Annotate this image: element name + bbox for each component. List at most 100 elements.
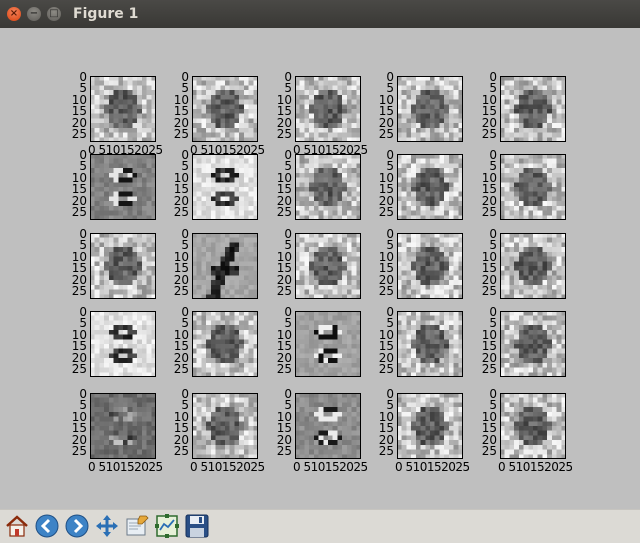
x-tick-labels: 0 510152025: [395, 460, 470, 474]
y-tick-label: 25: [71, 284, 87, 298]
y-tick-label: 25: [378, 444, 394, 458]
image-subplot: [295, 311, 361, 377]
y-tick-label: 25: [481, 444, 497, 458]
image-subplot: [500, 393, 566, 459]
image-subplot: [397, 76, 463, 142]
axes-frame: [397, 154, 463, 220]
axes-frame: [295, 393, 361, 459]
image-subplot: [295, 76, 361, 142]
axes-frame: [90, 233, 156, 299]
save-button[interactable]: [184, 513, 210, 539]
window-titlebar: × − □ Figure 1: [0, 0, 640, 28]
x-tick-labels: 0 510152025: [190, 460, 265, 474]
move-icon: [96, 515, 118, 537]
axes-frame: [295, 311, 361, 377]
image-subplot: [192, 393, 258, 459]
axes-frame: [90, 311, 156, 377]
image-subplot: [90, 393, 156, 459]
forward-button[interactable]: [64, 513, 90, 539]
axes-frame: [500, 76, 566, 142]
x-tick-labels: 0 510152025: [498, 460, 573, 474]
y-tick-label: 25: [276, 362, 292, 376]
image-subplot: [397, 393, 463, 459]
axes-frame: [295, 76, 361, 142]
image-subplot: [295, 393, 361, 459]
subplots-button[interactable]: [154, 513, 180, 539]
y-tick-label: 25: [276, 444, 292, 458]
y-tick-label: 25: [71, 444, 87, 458]
y-tick-label: 25: [481, 362, 497, 376]
image-subplot: [192, 154, 258, 220]
image-subplot: [90, 233, 156, 299]
navigation-toolbar: [0, 509, 640, 543]
axes-frame: [397, 393, 463, 459]
axes-frame: [397, 233, 463, 299]
pan-button[interactable]: [94, 513, 120, 539]
image-subplot: [500, 233, 566, 299]
save-icon: [185, 514, 209, 538]
y-tick-label: 25: [481, 205, 497, 219]
zoom-rect-icon: [126, 515, 149, 536]
y-tick-label: 25: [378, 205, 394, 219]
window-title: Figure 1: [73, 6, 139, 22]
axes-frame: [500, 311, 566, 377]
y-tick-label: 25: [378, 127, 394, 141]
axes-frame: [397, 311, 463, 377]
home-icon: [6, 515, 28, 537]
image-subplot: [192, 311, 258, 377]
y-tick-label: 25: [71, 127, 87, 141]
image-subplot: [295, 233, 361, 299]
image-subplot: [90, 76, 156, 142]
zoom-button[interactable]: [124, 513, 150, 539]
axes-frame: [192, 311, 258, 377]
maximize-window-button[interactable]: □: [47, 7, 61, 21]
image-subplot: [295, 154, 361, 220]
y-tick-label: 25: [276, 205, 292, 219]
close-window-button[interactable]: ×: [7, 7, 21, 21]
y-tick-label: 25: [71, 362, 87, 376]
back-arrow-icon: [35, 514, 59, 538]
axes-frame: [500, 393, 566, 459]
figure-canvas[interactable]: 0 5 10 15 20 25 0 510152025 0 5 10 15 20 25 0 5101520…: [0, 28, 640, 509]
axes-frame: [90, 154, 156, 220]
image-subplot: [397, 311, 463, 377]
image-subplot: [90, 311, 156, 377]
y-tick-label: 25: [276, 127, 292, 141]
y-tick-label: 25: [71, 205, 87, 219]
axes-frame: [500, 154, 566, 220]
image-subplot: [192, 233, 258, 299]
y-tick-label: 25: [173, 284, 189, 298]
image-subplot: [397, 154, 463, 220]
y-tick-label: 25: [173, 444, 189, 458]
axes-frame: [192, 154, 258, 220]
home-button[interactable]: [4, 513, 30, 539]
axes-frame: [500, 233, 566, 299]
y-tick-label: 25: [481, 127, 497, 141]
y-tick-label: 25: [276, 284, 292, 298]
y-tick-label: 25: [173, 362, 189, 376]
axes-frame: [397, 76, 463, 142]
axes-frame: [192, 233, 258, 299]
back-button[interactable]: [34, 513, 60, 539]
image-subplot: [397, 233, 463, 299]
image-subplot: [500, 311, 566, 377]
x-tick-labels: 0 510152025: [88, 460, 163, 474]
axes-frame: [192, 393, 258, 459]
axes-frame: [90, 393, 156, 459]
axes-frame: [295, 154, 361, 220]
y-tick-label: 25: [173, 205, 189, 219]
image-subplot: [500, 154, 566, 220]
forward-arrow-icon: [65, 514, 89, 538]
y-tick-label: 25: [378, 284, 394, 298]
y-tick-label: 25: [173, 127, 189, 141]
image-subplot: [500, 76, 566, 142]
minimize-window-button[interactable]: −: [27, 7, 41, 21]
subplots-icon: [155, 514, 179, 538]
axes-frame: [295, 233, 361, 299]
y-tick-label: 25: [378, 362, 394, 376]
x-tick-labels: 0 510152025: [293, 460, 368, 474]
axes-frame: [192, 76, 258, 142]
image-subplot: [90, 154, 156, 220]
image-subplot: [192, 76, 258, 142]
axes-frame: [90, 76, 156, 142]
